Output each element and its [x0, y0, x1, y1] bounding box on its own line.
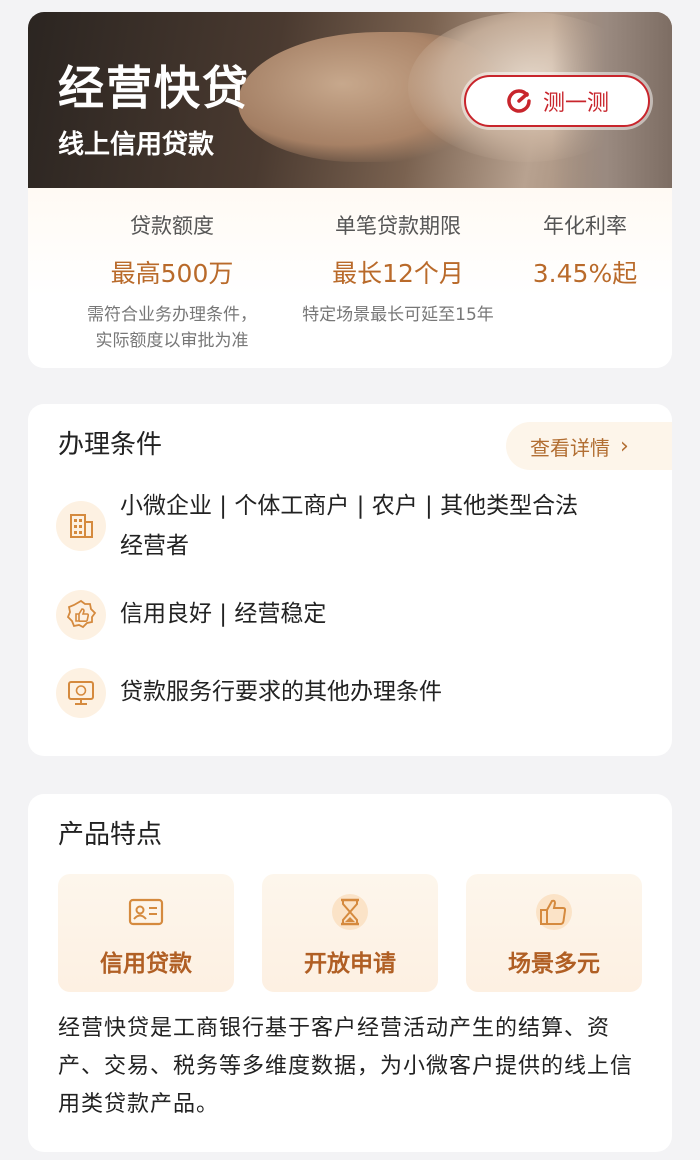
view-details-label: 查看详情 [530, 435, 610, 460]
feature-label: 信用贷款 [100, 951, 192, 977]
id-card-icon [128, 898, 164, 926]
chevron-right-icon: › [620, 433, 629, 459]
stat-value: 最高500万 [110, 259, 234, 288]
test-button[interactable]: 测一测 [464, 75, 650, 127]
hourglass-icon [332, 894, 368, 930]
stat-note: 特定场景最长可延至15年 [302, 305, 494, 325]
handshake-banner: 经营快贷 线上信用贷款 测一测 [28, 12, 672, 188]
stat-label: 年化利率 [543, 214, 627, 238]
condition-text: 信用良好 | 经营稳定 [120, 601, 327, 627]
features-card: 产品特点 信用贷款 开放申请 场景多元 经营快贷是工商银行基于客户经营活动产生的… [28, 794, 672, 1152]
stat-note-line: 需符合业务办理条件， [87, 305, 257, 325]
building-icon [56, 501, 106, 551]
stat-value: 最长12个月 [332, 259, 464, 288]
condition-item: 信用良好 | 经营稳定 [56, 590, 644, 640]
product-subtitle: 线上信用贷款 [58, 130, 215, 160]
stat-label: 单笔贷款期限 [335, 214, 461, 238]
view-details-button[interactable]: 查看详情 › [506, 422, 672, 470]
product-hero-card: 经营快贷 线上信用贷款 测一测 贷款额度 最高500万 需符合业务办理条件， 实… [28, 12, 672, 368]
stat-note-line: 实际额度以审批为准 [95, 331, 249, 351]
feature-label: 场景多元 [508, 951, 600, 977]
feature-tile-diverse-scenarios: 场景多元 [466, 874, 642, 992]
stat-interest-rate: 年化利率 3.45%起 [518, 210, 652, 290]
conditions-card: 办理条件 查看详情 › 小微企业 | 个体工商户 | 农户 | 其他类型合法 经… [28, 404, 672, 756]
conditions-title: 办理条件 [58, 430, 163, 460]
feature-tile-open-application: 开放申请 [262, 874, 438, 992]
stat-label: 贷款额度 [130, 214, 214, 238]
condition-text-line: 经营者 [120, 533, 189, 559]
gauge-icon [507, 89, 531, 113]
features-title: 产品特点 [58, 820, 163, 850]
stat-loan-term: 单笔贷款期限 最长12个月 特定场景最长可延至15年 [278, 210, 518, 328]
condition-text: 贷款服务行要求的其他办理条件 [120, 679, 442, 705]
stat-note: 需符合业务办理条件， 实际额度以审批为准 [52, 302, 292, 354]
feature-label: 开放申请 [304, 951, 396, 977]
loan-stats: 贷款额度 最高500万 需符合业务办理条件， 实际额度以审批为准 单笔贷款期限 … [28, 188, 672, 368]
stat-loan-amount: 贷款额度 最高500万 需符合业务办理条件， 实际额度以审批为准 [52, 210, 292, 354]
product-title: 经营快贷 [58, 61, 250, 115]
monitor-icon [56, 668, 106, 718]
test-button-label: 测一测 [542, 91, 609, 116]
thumbs-up-badge-icon [56, 590, 106, 640]
feature-tile-credit-loan: 信用贷款 [58, 874, 234, 992]
condition-text: 小微企业 | 个体工商户 | 农户 | 其他类型合法 经营者 [120, 486, 578, 566]
product-description: 经营快贷是工商银行基于客户经营活动产生的结算、资产、交易、税务等多维度数据，为小… [58, 1016, 634, 1117]
condition-item: 贷款服务行要求的其他办理条件 [56, 668, 644, 718]
thumbs-up-icon [536, 894, 572, 930]
stat-value: 3.45%起 [532, 259, 638, 288]
condition-item: 小微企业 | 个体工商户 | 农户 | 其他类型合法 经营者 [56, 486, 644, 566]
condition-text-line: 小微企业 | 个体工商户 | 农户 | 其他类型合法 [120, 493, 579, 519]
